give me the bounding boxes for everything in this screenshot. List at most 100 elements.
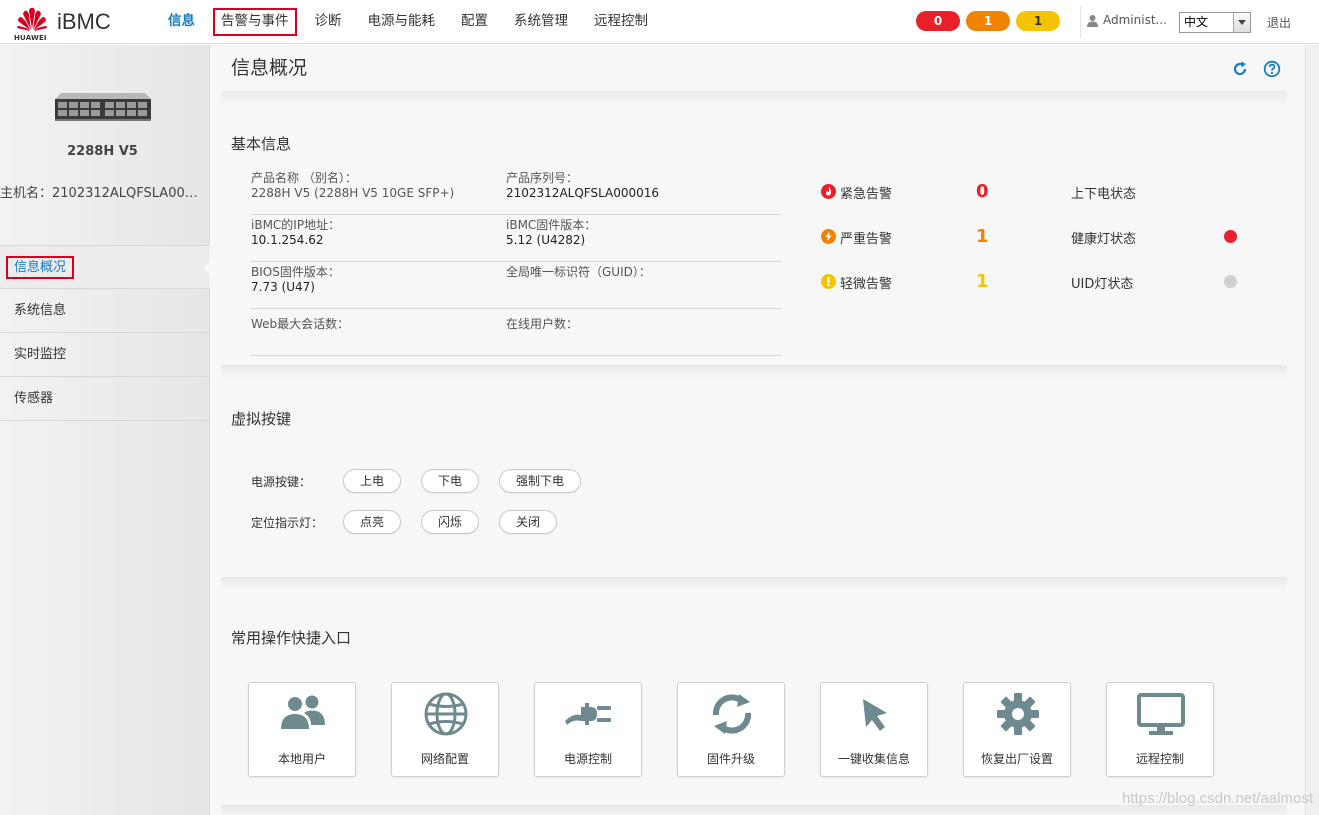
power-buttons-row: 电源按键： 上电 下电 强制下电 (251, 469, 601, 493)
chevron-down-icon (1233, 13, 1250, 32)
sidebar-item-system-info[interactable]: 系统信息 (0, 289, 210, 333)
info-row: iBMC的IP地址： 10.1.254.62 iBMC固件版本： 5.12 (U… (251, 215, 781, 262)
sync-icon (712, 694, 752, 734)
minor-alarm-label: 轻微告警 (840, 277, 893, 292)
language-select[interactable]: 中文 (1179, 12, 1251, 33)
quick-power-control[interactable]: 电源控制 (534, 682, 642, 777)
refresh-icon[interactable] (1231, 60, 1249, 78)
serial-value: 2102312ALQFSLA000016 (506, 186, 660, 200)
bios-value: 7.73 (U47) (251, 280, 315, 294)
title-actions (1231, 60, 1281, 78)
quick-factory-reset[interactable]: 恢复出厂设置 (963, 682, 1071, 777)
watermark: https://blog.csdn.net/aalmost (1122, 790, 1313, 807)
alarm-status-panel: 紧急告警 0 上下电状态 严重告警 1 健康灯状态 轻微告警 1 UID灯状态 (821, 175, 1241, 310)
quick-collect-info[interactable]: 一键收集信息 (820, 682, 928, 777)
major-alarm-badge[interactable]: 1 (966, 11, 1010, 31)
help-icon[interactable] (1263, 60, 1281, 78)
server-model: 2288H V5 (67, 144, 138, 159)
sidebar-item-overview[interactable]: 信息概况 (0, 245, 211, 289)
major-alarm-row: 严重告警 1 健康灯状态 (821, 220, 1241, 265)
user-icon (1087, 14, 1098, 27)
web-sessions-label: Web最大会话数： (251, 317, 350, 331)
minor-alarm-count[interactable]: 1 (976, 271, 989, 292)
page-scrollbar[interactable] (1305, 45, 1319, 815)
gear-icon (997, 693, 1039, 735)
quick-entry-title: 常用操作快捷入口 (231, 629, 352, 647)
info-row: Web最大会话数： 在线用户数： (251, 309, 781, 356)
user-menu[interactable]: Administ... (1086, 13, 1167, 27)
led-off-button[interactable]: 关闭 (499, 510, 558, 534)
language-value: 中文 (1184, 15, 1209, 29)
serial-label: 产品序列号： (506, 171, 579, 185)
major-alarm-count[interactable]: 1 (976, 226, 989, 247)
locate-led-row: 定位指示灯： 点亮 闪烁 关闭 (251, 510, 577, 534)
ip-label: iBMC的IP地址： (251, 218, 341, 232)
led-blink-button[interactable]: 闪烁 (421, 510, 480, 534)
quick-firmware-upgrade[interactable]: 固件升级 (677, 682, 785, 777)
minor-alarm-badge[interactable]: 1 (1016, 11, 1060, 31)
ip-value: 10.1.254.62 (251, 233, 324, 247)
nav-remote-control[interactable]: 远程控制 (586, 0, 656, 44)
basic-info-grid: 产品名称 （别名）： 2288H V5 (2288H V5 10GE SFP+)… (251, 168, 781, 356)
health-led-indicator (1224, 230, 1237, 243)
info-row: 产品名称 （别名）： 2288H V5 (2288H V5 10GE SFP+)… (251, 168, 781, 215)
quick-label: 电源控制 (563, 752, 612, 766)
health-led-label: 健康灯状态 (1071, 232, 1137, 247)
nav-info[interactable]: 信息 (160, 0, 203, 44)
fire-icon (821, 184, 836, 199)
power-on-button[interactable]: 上电 (343, 469, 402, 493)
lightning-icon (821, 229, 836, 244)
firmware-label: iBMC固件版本： (506, 218, 597, 232)
logout-link[interactable]: 退出 (1267, 14, 1291, 31)
sidebar-item-realtime-monitor[interactable]: 实时监控 (0, 333, 210, 377)
led-on-button[interactable]: 点亮 (343, 510, 402, 534)
section-divider (221, 577, 1287, 591)
nav-config[interactable]: 配置 (453, 0, 496, 44)
power-plug-icon (565, 703, 611, 725)
top-header: HUAWEI iBMC 信息 告警与事件 诊断 电源与能耗 配置 系统管理 远程… (0, 0, 1319, 44)
section-divider (221, 91, 1287, 105)
guid-cell: 全局唯一标识符（GUID）： (506, 265, 651, 279)
minor-alarm-row: 轻微告警 1 UID灯状态 (821, 265, 1241, 310)
critical-alarm-count[interactable]: 0 (976, 181, 989, 202)
quick-label: 恢复出厂设置 (980, 752, 1053, 766)
quick-entry-list: 本地用户 网络配置 电源控制 固件升级 一键收集信息 恢复出厂设置 远程控制 (248, 682, 1214, 777)
quick-label: 远程控制 (1135, 752, 1184, 766)
product-name-label: 产品名称 （别名）： (251, 171, 357, 185)
basic-info-title: 基本信息 (231, 135, 292, 153)
section-divider (221, 365, 1287, 379)
power-state-label: 上下电状态 (1071, 187, 1137, 202)
server-image (55, 93, 151, 121)
online-users-label: 在线用户数： (506, 317, 579, 331)
nav-power-energy[interactable]: 电源与能耗 (360, 0, 444, 44)
quick-label: 本地用户 (277, 752, 326, 766)
web-sessions-cell: Web最大会话数： (251, 317, 349, 331)
sidebar-item-sensors[interactable]: 传感器 (0, 377, 210, 421)
power-off-button[interactable]: 下电 (421, 469, 480, 493)
uid-led-label: UID灯状态 (1071, 277, 1134, 292)
alarm-summary: 0 1 1 (916, 11, 1060, 31)
sidebar-item-label: 信息概况 (6, 256, 75, 279)
critical-alarm-row: 紧急告警 0 上下电状态 (821, 175, 1241, 220)
quick-label: 一键收集信息 (837, 752, 910, 766)
logo-text: HUAWEI (14, 34, 47, 42)
nav-alarms-events[interactable]: 告警与事件 (213, 0, 297, 44)
side-menu: 信息概况 系统信息 实时监控 传感器 (0, 245, 211, 421)
quick-local-users[interactable]: 本地用户 (248, 682, 356, 777)
monitor-icon (1137, 693, 1185, 735)
server-hostname: 主机名：2102312ALQFSLA0000... (0, 186, 205, 201)
force-power-off-button[interactable]: 强制下电 (499, 469, 582, 493)
firmware-cell: iBMC固件版本： 5.12 (U4282) (506, 218, 596, 248)
nav-system-management[interactable]: 系统管理 (506, 0, 576, 44)
exclamation-icon (821, 274, 836, 289)
product-name-value: 2288H V5 (2288H V5 10GE SFP+) (251, 186, 455, 200)
quick-remote-control[interactable]: 远程控制 (1106, 682, 1214, 777)
critical-alarm-badge[interactable]: 0 (916, 11, 960, 31)
main-content: 信息概况 基本信息 产品名称 （别名）： 2288H V5 (2288H V5 … (211, 45, 1319, 815)
quick-label: 网络配置 (420, 752, 469, 766)
nav-diagnosis[interactable]: 诊断 (307, 0, 350, 44)
cursor-icon (863, 699, 887, 731)
guid-label: 全局唯一标识符（GUID）： (506, 265, 651, 279)
power-buttons-label: 电源按键： (251, 474, 312, 489)
quick-network-config[interactable]: 网络配置 (391, 682, 499, 777)
